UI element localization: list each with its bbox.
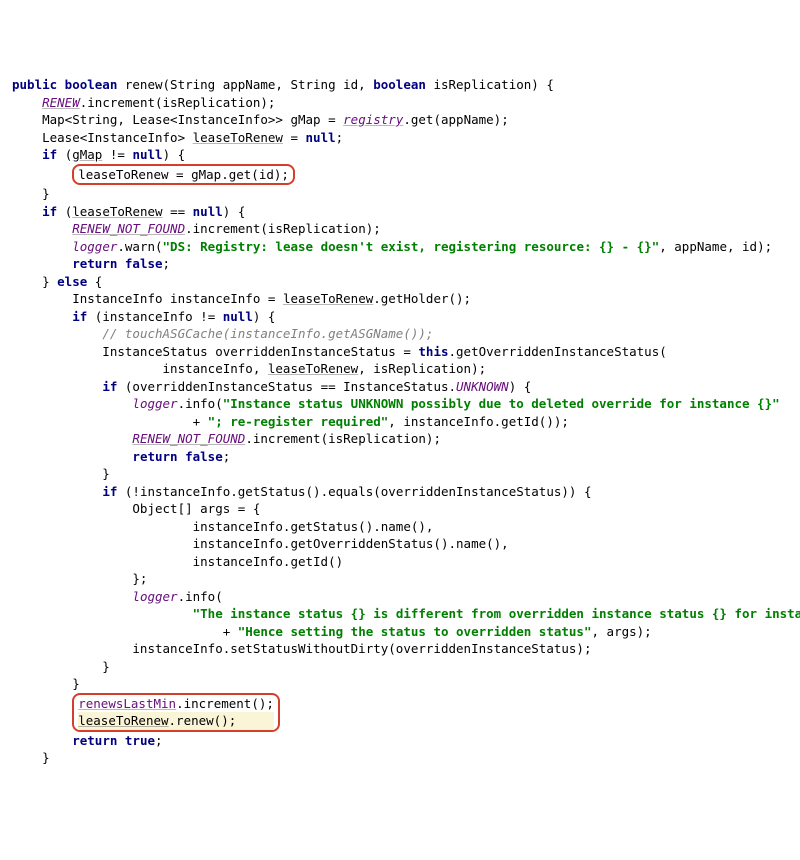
code-line: leaseToRenew = gMap.get(id);: [12, 164, 788, 186]
code-line: logger.info("Instance status UNKNOWN pos…: [12, 395, 788, 413]
code-line: renewsLastMin.increment();leaseToRenew.r…: [12, 693, 788, 732]
code-line: if (gMap != null) {: [12, 146, 788, 164]
code-line: Map<String, Lease<InstanceInfo>> gMap = …: [12, 111, 788, 129]
code-line: // touchASGCache(instanceInfo.getASGName…: [12, 325, 788, 343]
code-line: logger.warn("DS: Registry: lease doesn't…: [12, 238, 788, 256]
code-line: instanceInfo.getOverriddenStatus().name(…: [12, 535, 788, 553]
code-block: public boolean renew(String appName, Str…: [12, 76, 788, 767]
code-line: }: [12, 675, 788, 693]
code-line: }: [12, 185, 788, 203]
code-line: + "Hence setting the status to overridde…: [12, 623, 788, 641]
code-line: InstanceInfo instanceInfo = leaseToRenew…: [12, 290, 788, 308]
code-line: Lease<InstanceInfo> leaseToRenew = null;: [12, 129, 788, 147]
code-line: if (!instanceInfo.getStatus().equals(ove…: [12, 483, 788, 501]
code-line: if (overriddenInstanceStatus == Instance…: [12, 378, 788, 396]
code-line: instanceInfo.getStatus().name(),: [12, 518, 788, 536]
code-text: leaseToRenew.renew();: [78, 712, 274, 730]
highlight-box: renewsLastMin.increment();leaseToRenew.r…: [72, 693, 280, 732]
code-line: RENEW.increment(isReplication);: [12, 94, 788, 112]
code-line: InstanceStatus overriddenInstanceStatus …: [12, 343, 788, 361]
code-line: instanceInfo, leaseToRenew, isReplicatio…: [12, 360, 788, 378]
code-line: if (leaseToRenew == null) {: [12, 203, 788, 221]
code-line: RENEW_NOT_FOUND.increment(isReplication)…: [12, 430, 788, 448]
code-line: return false;: [12, 255, 788, 273]
code-line: public boolean renew(String appName, Str…: [12, 76, 788, 94]
code-line: }: [12, 658, 788, 676]
code-line: }: [12, 465, 788, 483]
code-line: + "; re-register required", instanceInfo…: [12, 413, 788, 431]
code-line: return true;: [12, 732, 788, 750]
code-line: "The instance status {} is different fro…: [12, 605, 788, 623]
code-line: }: [12, 749, 788, 767]
code-line: Object[] args = {: [12, 500, 788, 518]
code-line: return false;: [12, 448, 788, 466]
code-line: };: [12, 570, 788, 588]
code-line: instanceInfo.getId(): [12, 553, 788, 571]
code-line: RENEW_NOT_FOUND.increment(isReplication)…: [12, 220, 788, 238]
highlight-box: leaseToRenew = gMap.get(id);: [72, 164, 295, 186]
code-line: instanceInfo.setStatusWithoutDirty(overr…: [12, 640, 788, 658]
code-line: logger.info(: [12, 588, 788, 606]
code-line: if (instanceInfo != null) {: [12, 308, 788, 326]
code-line: } else {: [12, 273, 788, 291]
code-text: renewsLastMin.increment();: [78, 696, 274, 711]
